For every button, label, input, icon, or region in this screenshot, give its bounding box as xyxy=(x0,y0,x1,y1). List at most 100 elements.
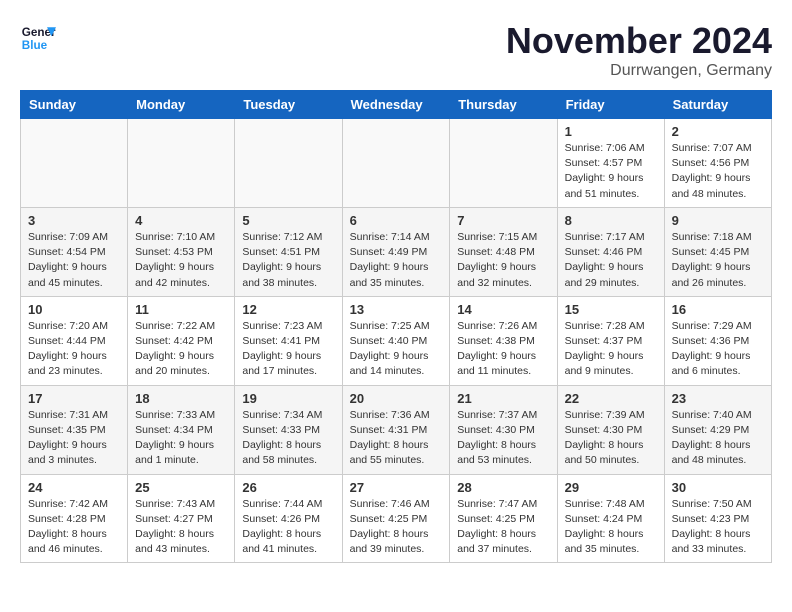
day-number: 17 xyxy=(28,391,120,406)
day-number: 21 xyxy=(457,391,549,406)
day-info: Sunrise: 7:39 AM Sunset: 4:30 PM Dayligh… xyxy=(565,408,657,469)
calendar-cell: 15 Sunrise: 7:28 AM Sunset: 4:37 PM Dayli… xyxy=(557,296,664,385)
calendar-cell xyxy=(235,119,342,208)
weekday-header-wednesday: Wednesday xyxy=(342,91,450,119)
day-info: Sunrise: 7:23 AM Sunset: 4:41 PM Dayligh… xyxy=(242,319,334,380)
day-info: Sunrise: 7:44 AM Sunset: 4:26 PM Dayligh… xyxy=(242,497,334,558)
day-info: Sunrise: 7:28 AM Sunset: 4:37 PM Dayligh… xyxy=(565,319,657,380)
calendar-cell: 20 Sunrise: 7:36 AM Sunset: 4:31 PM Dayli… xyxy=(342,385,450,474)
calendar-cell: 13 Sunrise: 7:25 AM Sunset: 4:40 PM Dayli… xyxy=(342,296,450,385)
calendar-cell: 30 Sunrise: 7:50 AM Sunset: 4:23 PM Dayli… xyxy=(664,474,771,563)
page-header: General Blue November 2024 Durrwangen, G… xyxy=(20,20,772,80)
day-number: 13 xyxy=(350,302,443,317)
calendar-cell: 4 Sunrise: 7:10 AM Sunset: 4:53 PM Daylig… xyxy=(128,207,235,296)
day-number: 19 xyxy=(242,391,334,406)
day-number: 4 xyxy=(135,213,227,228)
day-number: 29 xyxy=(565,480,657,495)
calendar-cell xyxy=(342,119,450,208)
location: Durrwangen, Germany xyxy=(506,62,772,80)
day-number: 27 xyxy=(350,480,443,495)
day-number: 7 xyxy=(457,213,549,228)
calendar-cell: 25 Sunrise: 7:43 AM Sunset: 4:27 PM Dayli… xyxy=(128,474,235,563)
day-number: 15 xyxy=(565,302,657,317)
day-number: 2 xyxy=(672,124,764,139)
day-info: Sunrise: 7:09 AM Sunset: 4:54 PM Dayligh… xyxy=(28,230,120,291)
calendar-cell: 29 Sunrise: 7:48 AM Sunset: 4:24 PM Dayli… xyxy=(557,474,664,563)
day-info: Sunrise: 7:43 AM Sunset: 4:27 PM Dayligh… xyxy=(135,497,227,558)
day-info: Sunrise: 7:47 AM Sunset: 4:25 PM Dayligh… xyxy=(457,497,549,558)
day-info: Sunrise: 7:50 AM Sunset: 4:23 PM Dayligh… xyxy=(672,497,764,558)
day-info: Sunrise: 7:48 AM Sunset: 4:24 PM Dayligh… xyxy=(565,497,657,558)
day-number: 28 xyxy=(457,480,549,495)
calendar-cell: 27 Sunrise: 7:46 AM Sunset: 4:25 PM Dayli… xyxy=(342,474,450,563)
day-number: 3 xyxy=(28,213,120,228)
day-info: Sunrise: 7:12 AM Sunset: 4:51 PM Dayligh… xyxy=(242,230,334,291)
day-info: Sunrise: 7:33 AM Sunset: 4:34 PM Dayligh… xyxy=(135,408,227,469)
calendar-cell: 24 Sunrise: 7:42 AM Sunset: 4:28 PM Dayli… xyxy=(21,474,128,563)
svg-text:Blue: Blue xyxy=(22,39,48,52)
day-info: Sunrise: 7:14 AM Sunset: 4:49 PM Dayligh… xyxy=(350,230,443,291)
calendar-cell: 17Sunrise: 7:31 AM Sunset: 4:35 PM Dayli… xyxy=(21,385,128,474)
day-info: Sunrise: 7:42 AM Sunset: 4:28 PM Dayligh… xyxy=(28,497,120,558)
day-number: 5 xyxy=(242,213,334,228)
calendar-cell xyxy=(128,119,235,208)
day-number: 9 xyxy=(672,213,764,228)
calendar-week-row: 24 Sunrise: 7:42 AM Sunset: 4:28 PM Dayli… xyxy=(21,474,772,563)
calendar-table: SundayMondayTuesdayWednesdayThursdayFrid… xyxy=(20,90,772,563)
day-number: 25 xyxy=(135,480,227,495)
weekday-header-monday: Monday xyxy=(128,91,235,119)
calendar-header-row: SundayMondayTuesdayWednesdayThursdayFrid… xyxy=(21,91,772,119)
calendar-cell: 18Sunrise: 7:33 AM Sunset: 4:34 PM Dayli… xyxy=(128,385,235,474)
day-info: Sunrise: 7:07 AM Sunset: 4:56 PM Dayligh… xyxy=(672,141,764,202)
calendar-week-row: 1 Sunrise: 7:06 AM Sunset: 4:57 PM Daylig… xyxy=(21,119,772,208)
day-number: 1 xyxy=(565,124,657,139)
day-number: 26 xyxy=(242,480,334,495)
calendar-cell xyxy=(450,119,557,208)
calendar-cell: 9 Sunrise: 7:18 AM Sunset: 4:45 PM Daylig… xyxy=(664,207,771,296)
calendar-week-row: 10Sunrise: 7:20 AM Sunset: 4:44 PM Dayli… xyxy=(21,296,772,385)
weekday-header-saturday: Saturday xyxy=(664,91,771,119)
calendar-cell: 10Sunrise: 7:20 AM Sunset: 4:44 PM Dayli… xyxy=(21,296,128,385)
day-number: 22 xyxy=(565,391,657,406)
day-info: Sunrise: 7:06 AM Sunset: 4:57 PM Dayligh… xyxy=(565,141,657,202)
weekday-header-sunday: Sunday xyxy=(21,91,128,119)
calendar-cell: 12 Sunrise: 7:23 AM Sunset: 4:41 PM Dayli… xyxy=(235,296,342,385)
month-title: November 2024 xyxy=(506,20,772,62)
calendar-week-row: 3 Sunrise: 7:09 AM Sunset: 4:54 PM Daylig… xyxy=(21,207,772,296)
calendar-cell: 26 Sunrise: 7:44 AM Sunset: 4:26 PM Dayli… xyxy=(235,474,342,563)
calendar-cell: 8Sunrise: 7:17 AM Sunset: 4:46 PM Daylig… xyxy=(557,207,664,296)
calendar-cell: 5 Sunrise: 7:12 AM Sunset: 4:51 PM Daylig… xyxy=(235,207,342,296)
day-number: 6 xyxy=(350,213,443,228)
day-info: Sunrise: 7:36 AM Sunset: 4:31 PM Dayligh… xyxy=(350,408,443,469)
calendar-cell: 23Sunrise: 7:40 AM Sunset: 4:29 PM Dayli… xyxy=(664,385,771,474)
calendar-cell: 1 Sunrise: 7:06 AM Sunset: 4:57 PM Daylig… xyxy=(557,119,664,208)
day-number: 16 xyxy=(672,302,764,317)
logo: General Blue xyxy=(20,20,56,56)
calendar-cell: 2 Sunrise: 7:07 AM Sunset: 4:56 PM Daylig… xyxy=(664,119,771,208)
day-number: 11 xyxy=(135,302,227,317)
day-info: Sunrise: 7:25 AM Sunset: 4:40 PM Dayligh… xyxy=(350,319,443,380)
day-info: Sunrise: 7:46 AM Sunset: 4:25 PM Dayligh… xyxy=(350,497,443,558)
weekday-header-friday: Friday xyxy=(557,91,664,119)
day-number: 30 xyxy=(672,480,764,495)
day-info: Sunrise: 7:18 AM Sunset: 4:45 PM Dayligh… xyxy=(672,230,764,291)
calendar-cell: 22 Sunrise: 7:39 AM Sunset: 4:30 PM Dayli… xyxy=(557,385,664,474)
day-info: Sunrise: 7:29 AM Sunset: 4:36 PM Dayligh… xyxy=(672,319,764,380)
calendar-week-row: 17Sunrise: 7:31 AM Sunset: 4:35 PM Dayli… xyxy=(21,385,772,474)
weekday-header-tuesday: Tuesday xyxy=(235,91,342,119)
day-number: 12 xyxy=(242,302,334,317)
calendar-cell: 21 Sunrise: 7:37 AM Sunset: 4:30 PM Dayli… xyxy=(450,385,557,474)
day-info: Sunrise: 7:37 AM Sunset: 4:30 PM Dayligh… xyxy=(457,408,549,469)
day-number: 20 xyxy=(350,391,443,406)
day-number: 8 xyxy=(565,213,657,228)
calendar-cell: 3 Sunrise: 7:09 AM Sunset: 4:54 PM Daylig… xyxy=(21,207,128,296)
calendar-cell: 19Sunrise: 7:34 AM Sunset: 4:33 PM Dayli… xyxy=(235,385,342,474)
title-section: November 2024 Durrwangen, Germany xyxy=(506,20,772,80)
day-number: 14 xyxy=(457,302,549,317)
day-number: 24 xyxy=(28,480,120,495)
day-info: Sunrise: 7:10 AM Sunset: 4:53 PM Dayligh… xyxy=(135,230,227,291)
calendar-cell: 6 Sunrise: 7:14 AM Sunset: 4:49 PM Daylig… xyxy=(342,207,450,296)
calendar-cell: 16 Sunrise: 7:29 AM Sunset: 4:36 PM Dayli… xyxy=(664,296,771,385)
day-number: 10 xyxy=(28,302,120,317)
calendar-cell: 28 Sunrise: 7:47 AM Sunset: 4:25 PM Dayli… xyxy=(450,474,557,563)
